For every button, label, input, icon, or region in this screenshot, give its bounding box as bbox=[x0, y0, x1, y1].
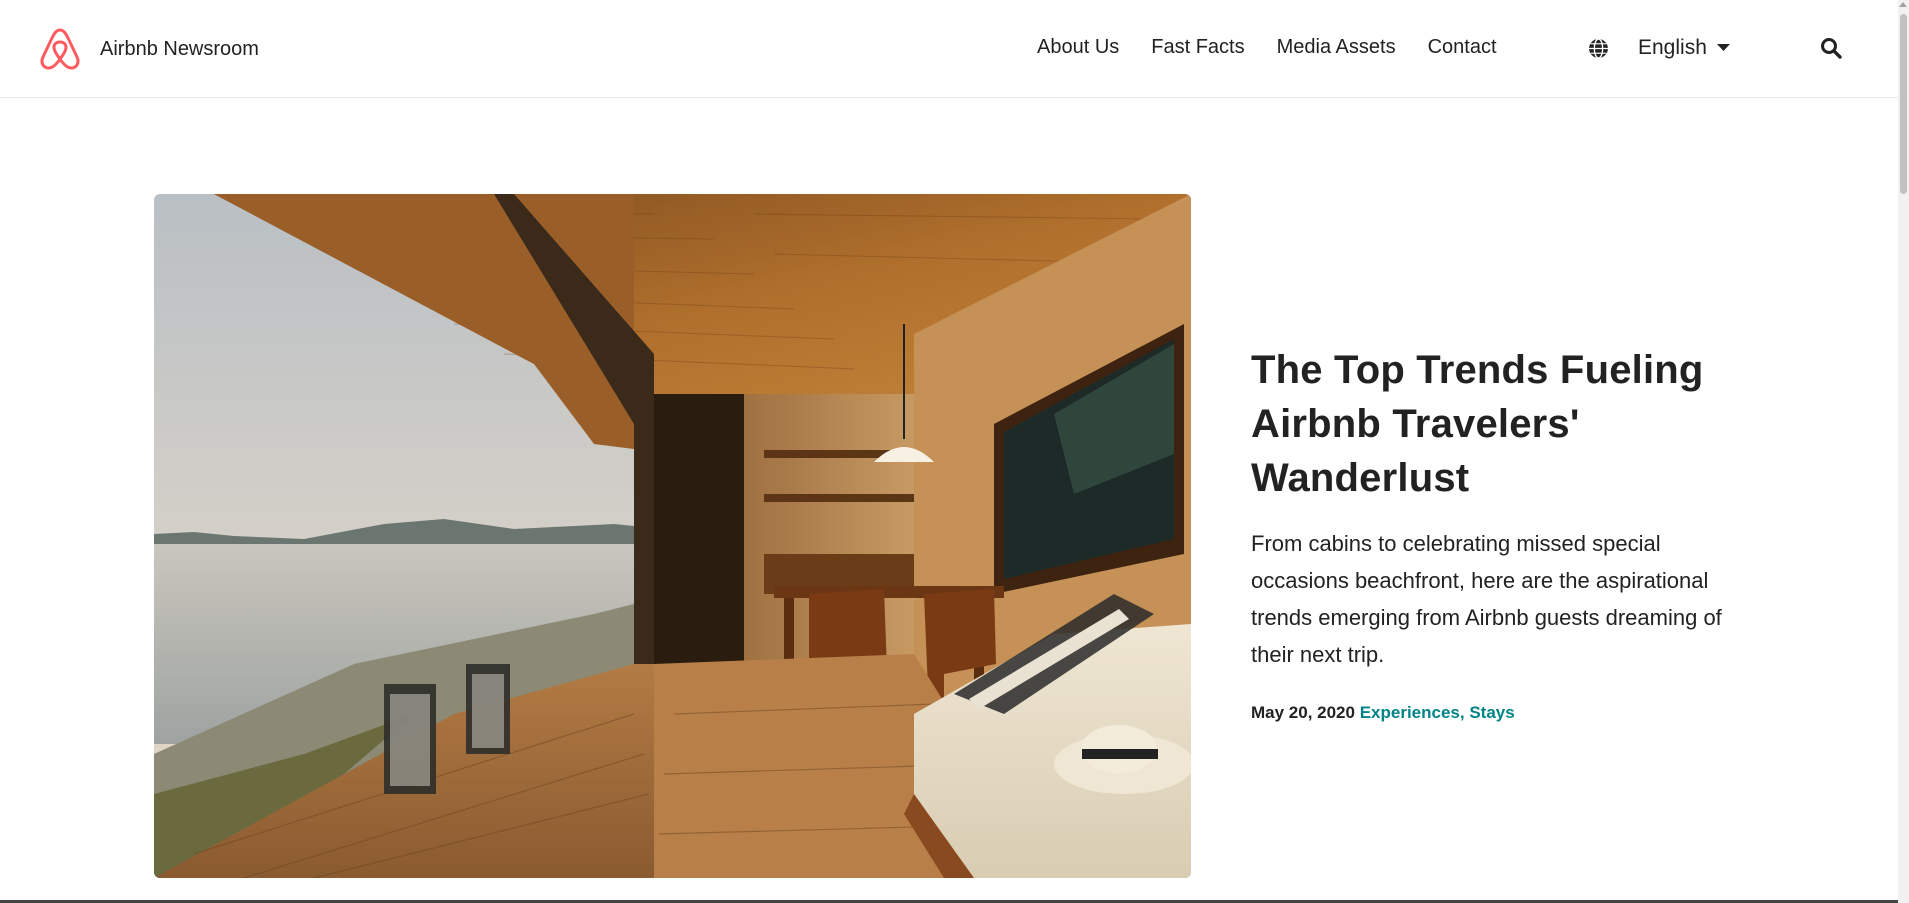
scrollbar-thumb[interactable] bbox=[1900, 14, 1907, 194]
nav-about-us[interactable]: About Us bbox=[1037, 36, 1119, 59]
brand-name: Airbnb Newsroom bbox=[100, 37, 259, 60]
language-selector[interactable]: English bbox=[1588, 36, 1730, 60]
hero-image[interactable] bbox=[154, 194, 1191, 878]
nav-contact[interactable]: Contact bbox=[1428, 36, 1497, 59]
featured-article: The Top Trends Fueling Airbnb Travelers'… bbox=[1251, 343, 1731, 723]
airbnb-logo-icon bbox=[40, 28, 80, 70]
tag-separator: , bbox=[1459, 703, 1470, 722]
article-summary: From cabins to celebrating missed specia… bbox=[1251, 531, 1722, 667]
tag-experiences[interactable]: Experiences bbox=[1360, 703, 1460, 722]
article-meta: May 20, 2020 Experiences, Stays bbox=[1251, 703, 1731, 723]
caret-down-icon bbox=[1716, 44, 1730, 51]
globe-icon bbox=[1589, 37, 1608, 59]
page: Airbnb Newsroom About Us Fast Facts Medi… bbox=[0, 0, 1909, 903]
brand-link[interactable]: Airbnb Newsroom bbox=[39, 27, 259, 71]
site-header: Airbnb Newsroom About Us Fast Facts Medi… bbox=[0, 0, 1898, 98]
article-date: May 20, 2020 bbox=[1251, 703, 1355, 722]
scroll-up-arrow-icon[interactable] bbox=[1899, 2, 1907, 7]
nav-media-assets[interactable]: Media Assets bbox=[1277, 36, 1396, 59]
page-scrollbar[interactable] bbox=[1898, 0, 1909, 903]
article-title[interactable]: The Top Trends Fueling Airbnb Travelers'… bbox=[1251, 343, 1731, 505]
main-nav: About Us Fast Facts Media Assets Contact bbox=[1037, 36, 1529, 59]
tag-stays[interactable]: Stays bbox=[1469, 703, 1514, 722]
search-icon[interactable] bbox=[1820, 37, 1842, 59]
language-label: English bbox=[1638, 36, 1707, 59]
nav-fast-facts[interactable]: Fast Facts bbox=[1151, 36, 1244, 59]
